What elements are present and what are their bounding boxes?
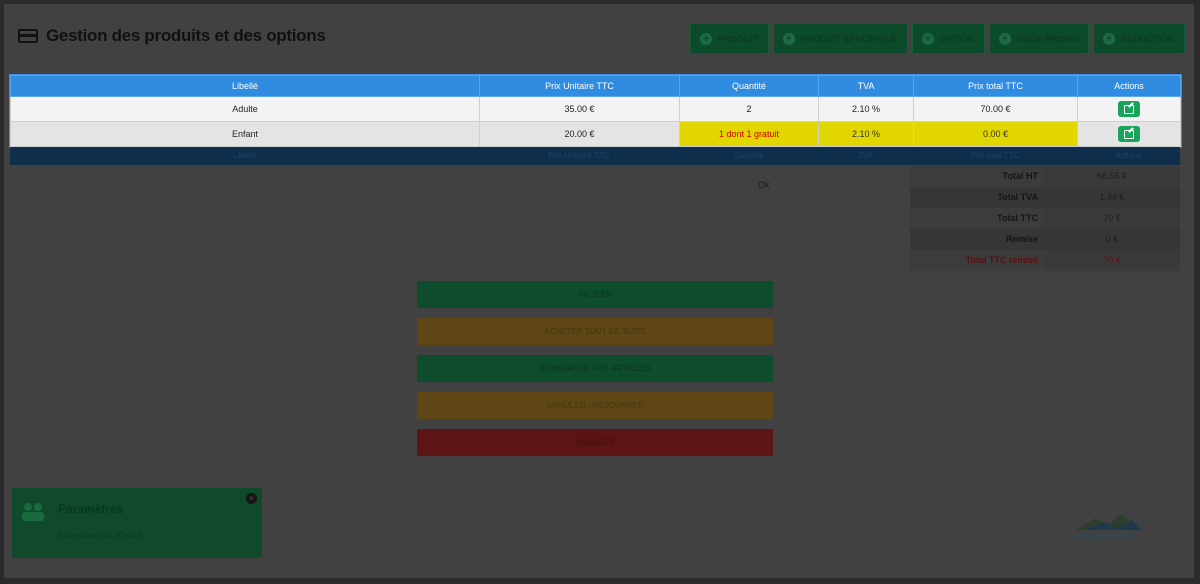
cell-total-price: 70.00 € [913, 96, 1078, 122]
column-header: Libellé [10, 75, 480, 97]
totals-row: Total TTC remisé 70 € [910, 250, 1180, 271]
credit-card-icon [18, 29, 38, 43]
add-specific-product-button[interactable]: + PRODUIT SPECIFIQUE [772, 23, 909, 54]
totals-table: Total HT 68.56 € Total TVA 1.44 € Total TT… [910, 166, 1180, 271]
column-header: TVA [818, 75, 914, 97]
notification-title: Paramètres [58, 502, 124, 516]
page-title-text: Gestion des produits et des options [46, 26, 326, 45]
totals-row: Total TVA 1.44 € [910, 187, 1180, 208]
action-button-stack: VALIDER ACHETER TOUT DE SUITE CONSERVER … [417, 281, 773, 466]
totals-row: Total TTC 70 € [910, 208, 1180, 229]
totals-row: Total HT 68.56 € [910, 166, 1180, 187]
cell-actions [1077, 96, 1181, 122]
cell-unit-price: 35.00 € [479, 96, 680, 122]
plus-icon: + [700, 32, 712, 45]
table-footer-header: Libellé Prix Unitaire TTC Quantité TVA P… [10, 147, 1180, 165]
notification-toast: Paramètres Enregistrement effectué × [12, 488, 262, 558]
footer-header: Prix total TTC [970, 151, 1020, 160]
small-mark: Ok [758, 180, 770, 190]
add-option-button[interactable]: + OPTION [912, 23, 985, 54]
keep-items-button[interactable]: CONSERVER VOS ARTICLES [417, 355, 773, 382]
close-icon[interactable]: × [246, 493, 257, 504]
users-icon [20, 500, 46, 522]
add-reduction-button[interactable]: + REDUCTION [1093, 23, 1185, 54]
footer-header: Actions [1115, 151, 1142, 160]
validate-button[interactable]: VALIDER [417, 281, 773, 308]
cell-actions [1077, 121, 1181, 147]
table-row: Enfant 20.00 € 1 dont 1 gratuit 2.10 % 0… [10, 121, 1181, 147]
cancel-return-button[interactable]: ANNULER - RETOURNER [417, 392, 773, 419]
footer-header: Libellé [232, 151, 257, 160]
plus-icon: + [922, 32, 935, 45]
page-title: Gestion des produits et des options [18, 26, 326, 46]
product-table: Libellé Prix Unitaire TTC Quantité TVA P… [10, 75, 1181, 147]
add-product-button[interactable]: + PRODUIT [690, 23, 769, 54]
cell-label: Adulte [10, 96, 480, 122]
table-header-row: Libellé Prix Unitaire TTC Quantité TVA P… [10, 75, 1181, 97]
cell-total-price: 0.00 € [913, 121, 1078, 147]
cell-unit-price: 20.00 € [479, 121, 680, 147]
footer-header: TVA [858, 151, 873, 160]
logo-text: RESACTIVITE [1078, 533, 1135, 542]
buy-now-button[interactable]: ACHETER TOUT DE SUITE [417, 318, 773, 345]
column-header: Prix total TTC [913, 75, 1078, 97]
notification-message: Enregistrement effectué [58, 531, 143, 540]
cell-label: Enfant [10, 121, 480, 147]
cell-quantity: 1 dont 1 gratuit [679, 121, 819, 147]
footer-header: Quantité [733, 151, 764, 160]
top-button-bar: + PRODUIT + PRODUIT SPECIFIQUE + OPTION + CO… [690, 23, 1185, 54]
column-header: Actions [1077, 75, 1181, 97]
plus-icon: + [998, 32, 1011, 45]
cell-vat: 2.10 % [818, 96, 914, 122]
cell-quantity: 2 [679, 96, 819, 122]
plus-icon: + [1103, 32, 1116, 45]
add-promo-code-button[interactable]: + CODE PROMO [988, 23, 1090, 54]
table-row: Adulte 35.00 € 2 2.10 % 70.00 € [10, 96, 1181, 122]
cancel-button[interactable]: ANNULER [417, 429, 773, 456]
cell-vat: 2.10 % [818, 121, 914, 147]
totals-row: Remise 0 € [910, 229, 1180, 250]
edit-icon[interactable] [1118, 126, 1140, 142]
column-header: Quantité [679, 75, 819, 97]
edit-icon[interactable] [1118, 101, 1140, 117]
footer-header: Prix Unitaire TTC [548, 151, 610, 160]
column-header: Prix Unitaire TTC [479, 75, 680, 97]
plus-icon: + [782, 32, 795, 45]
